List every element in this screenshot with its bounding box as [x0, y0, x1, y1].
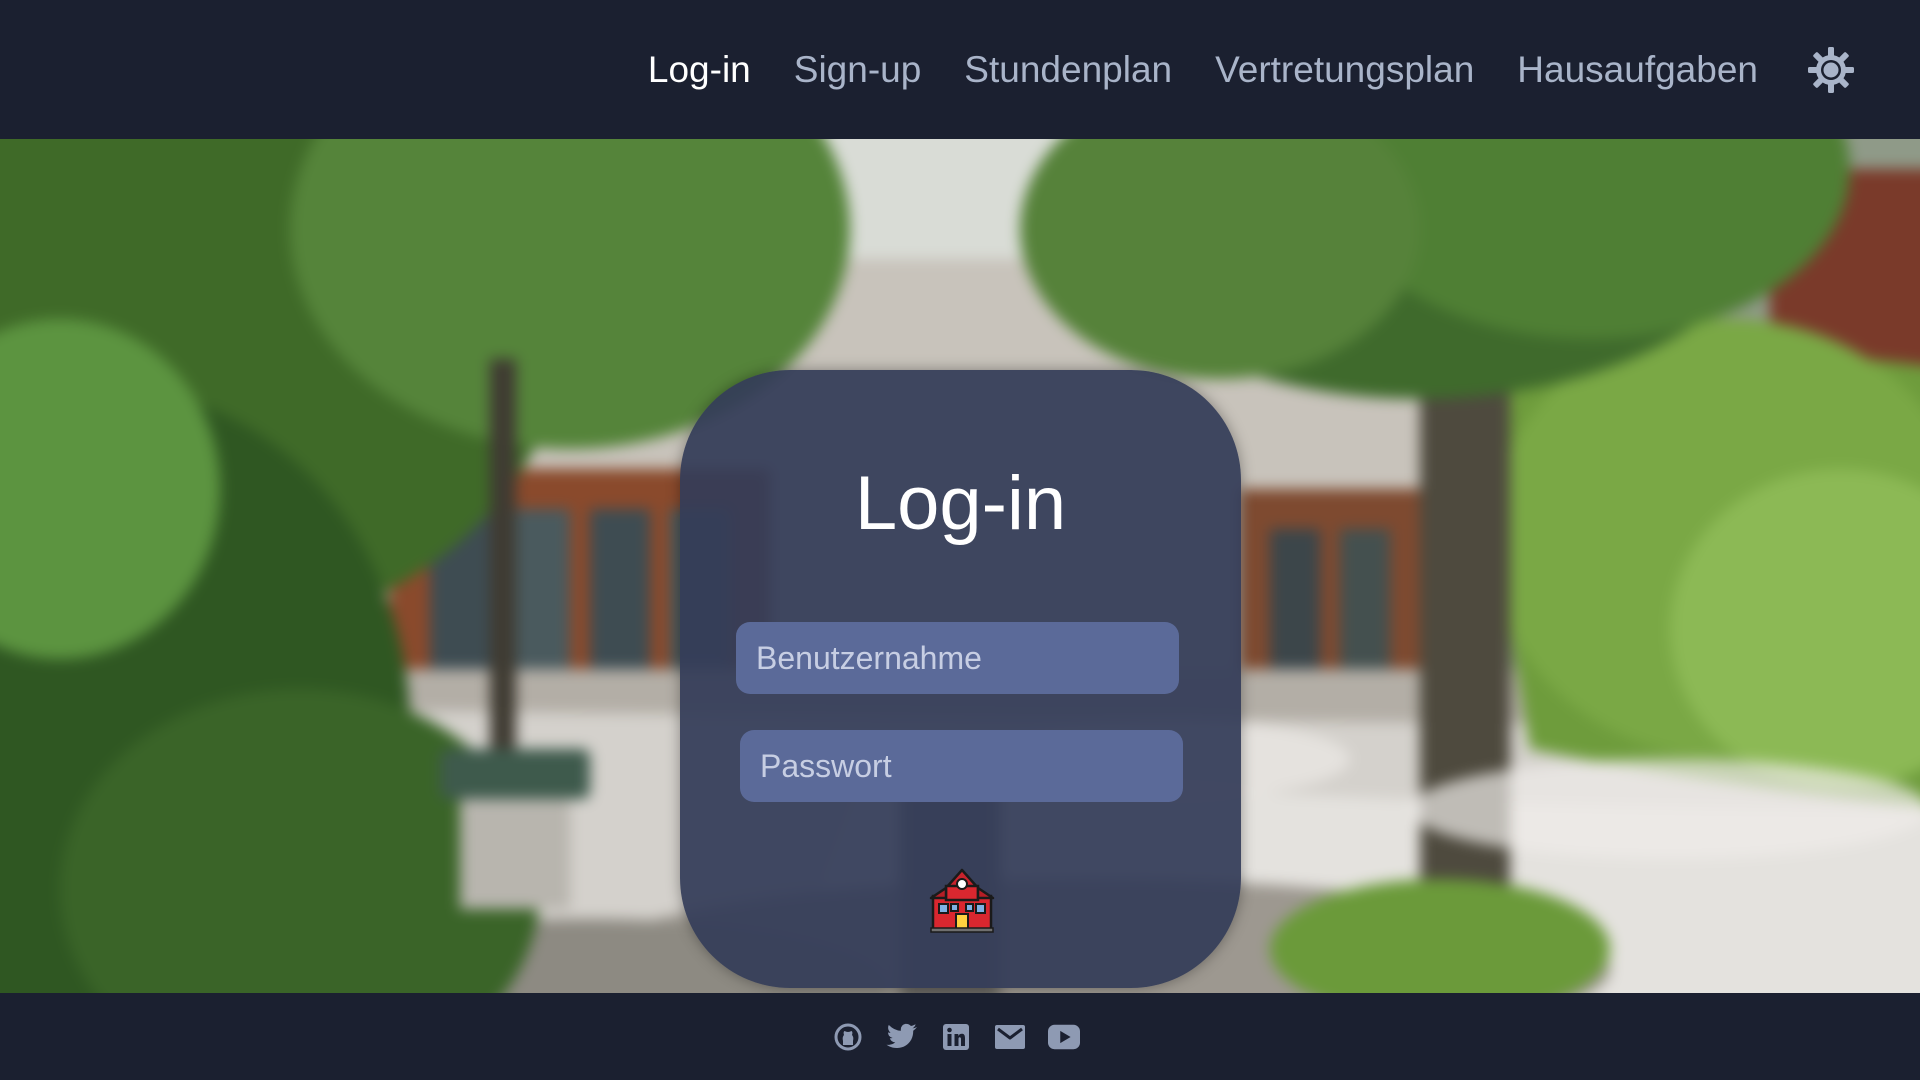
school-icon: [929, 868, 995, 933]
nav-link-signup[interactable]: Sign-up: [794, 49, 922, 91]
login-card: Log-in: [680, 370, 1241, 988]
username-input[interactable]: [736, 622, 1179, 694]
sun-icon: [1808, 46, 1854, 93]
footer-link-github[interactable]: [832, 1021, 864, 1053]
nav-link-hausaufgaben[interactable]: Hausaufgaben: [1517, 49, 1758, 91]
nav-link-vertretungsplan[interactable]: Vertretungsplan: [1215, 49, 1474, 91]
footer-link-youtube[interactable]: [1048, 1021, 1080, 1053]
login-title: Log-in: [854, 461, 1067, 546]
password-input[interactable]: [740, 730, 1183, 802]
footer-link-mail[interactable]: [994, 1021, 1026, 1053]
twitter-icon: [886, 1023, 917, 1048]
nav-link-login[interactable]: Log-in: [648, 49, 751, 91]
github-icon: [834, 1023, 862, 1050]
footer-link-twitter[interactable]: [886, 1021, 918, 1053]
footer-link-linkedin[interactable]: [940, 1021, 972, 1053]
theme-toggle-button[interactable]: [1806, 45, 1856, 95]
login-submit-button[interactable]: [929, 868, 995, 934]
mail-icon: [995, 1024, 1025, 1049]
youtube-icon: [1048, 1024, 1080, 1049]
linkedin-icon: [943, 1023, 969, 1050]
top-navigation: Log-in Sign-up Stundenplan Vertretungspl…: [0, 0, 1920, 139]
hero-background: Log-in: [0, 139, 1920, 993]
nav-link-stundenplan[interactable]: Stundenplan: [964, 49, 1172, 91]
footer: [0, 993, 1920, 1080]
